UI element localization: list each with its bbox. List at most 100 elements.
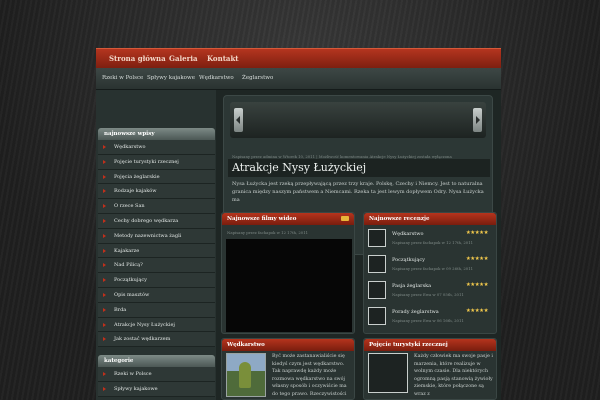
review-title[interactable]: Porady żeglarstwa (392, 309, 439, 315)
review-meta: Napisany przez Ewa w 07 05th, 2011 (392, 292, 464, 297)
sidebar-link[interactable]: Pojęcia żeglarskie (98, 169, 215, 185)
video-player[interactable] (226, 239, 352, 332)
nav-contact[interactable]: Kontakt (207, 54, 239, 63)
fishing-box: Wędkarstwo Być może zastanawialiście się… (221, 338, 355, 400)
review-item[interactable]: Pasja żeglarska ★★★★★ Napisany przez Ewa w… (364, 279, 494, 304)
sidebar-link[interactable]: Wędkarstwo (98, 140, 215, 155)
review-thumbnail[interactable] (368, 229, 386, 247)
reviews-header: Najnowsze recenzje (364, 213, 496, 225)
bullet-arrow-icon (103, 293, 106, 297)
review-item[interactable]: Początkujący ★★★★★ Napisany przez fachapok… (364, 253, 494, 278)
sidebar-link[interactable]: Opis masztów (98, 288, 215, 303)
sub-navigation: Rzeki w Polsce Spływy kajakowe Wędkarstw… (96, 68, 501, 90)
sidebar-link-label: Nad Pilicą? (114, 262, 143, 269)
bullet-arrow-icon (103, 174, 106, 179)
bullet-arrow-icon (103, 372, 106, 376)
sidebar-link[interactable]: Cechy dobrego wędkarza (98, 214, 215, 229)
page-wrapper: Strona główna Galeria Kontakt Rzeki w Po… (96, 48, 501, 400)
rating-stars-icon: ★★★★★ (465, 282, 489, 288)
fishing-header: Wędkarstwo (222, 339, 354, 351)
bullet-arrow-icon (103, 248, 106, 253)
videos-box: Najnowsze filmy wideo Napisany przez fac… (221, 212, 355, 334)
reviews-box: Najnowsze recenzje Wędkarstwo ★★★★★ Napisa… (363, 212, 497, 334)
review-meta: Napisany przez fachapok w 09 26th, 2011 (392, 266, 474, 271)
sidebar-link-label: Pojęcia żeglarskie (114, 173, 160, 180)
sidebar-link-label: Spływy kajakowe (114, 385, 158, 392)
top-navigation: Strona główna Galeria Kontakt (96, 48, 501, 68)
sidebar-link[interactable]: Pojęcie turystyki rzecznej (98, 154, 215, 170)
subnav-rivers[interactable]: Rzeki w Polsce (102, 75, 143, 81)
subnav-fishing[interactable]: Wędkarstwo (199, 75, 234, 81)
sidebar-link-label: Atrakcje Nysy Łużyckiej (114, 321, 175, 328)
rating-stars-icon: ★★★★★ (465, 256, 489, 262)
review-item[interactable]: Wędkarstwo ★★★★★ Napisany przez fachapok w… (364, 227, 494, 252)
rating-stars-icon: ★★★★★ (465, 308, 489, 314)
slide-title-box: Atrakcje Nysy Łużyckiej (228, 159, 490, 177)
bullet-arrow-icon (103, 307, 106, 312)
review-thumbnail[interactable] (368, 307, 386, 325)
slider-next-arrow-icon[interactable] (473, 108, 482, 132)
bullet-arrow-icon (103, 145, 106, 149)
sidebar-link[interactable]: Początkujący (98, 273, 215, 288)
sidebar-link[interactable]: Rodzaje kajaków (98, 184, 215, 200)
review-item[interactable]: Porady żeglarstwa ★★★★★ Napisany przez Ewa… (364, 305, 494, 330)
review-title[interactable]: Początkujący (392, 257, 425, 263)
video-badge-icon (341, 216, 349, 221)
sidebar-link-label: Wędkarstwo (114, 144, 146, 150)
river-tourism-excerpt: Każdy człowiek ma swoje pasje i marzenia… (414, 354, 493, 397)
sidebar-link[interactable]: Spływy kajakowe (98, 381, 215, 397)
video-meta: Napisany przez fachapok w 12 17th, 2011 (227, 230, 309, 235)
sidebar-link[interactable]: Nad Pilicą? (98, 258, 215, 274)
sidebar-link-label: Opis masztów (114, 292, 150, 298)
latest-posts-heading: najnowsze wpisy (98, 128, 215, 140)
slide-image (230, 102, 486, 138)
sidebar-link-label: O rzece San (114, 203, 145, 210)
sidebar-link[interactable]: Brda (98, 302, 215, 318)
bullet-arrow-icon (103, 322, 106, 327)
sidebar-link-label: Jak zostać wędkarzem (114, 336, 171, 343)
review-thumbnail[interactable] (368, 255, 386, 273)
review-meta: Napisany przez fachapok w 12 17th, 2011 (392, 240, 474, 245)
bullet-arrow-icon (103, 278, 106, 283)
rating-stars-icon: ★★★★★ (465, 230, 489, 236)
categories-heading: kategorie (98, 355, 215, 367)
bullet-arrow-icon (103, 159, 106, 164)
bullet-arrow-icon (103, 204, 106, 209)
sidebar-link-label: Cechy dobrego wędkarza (114, 218, 179, 224)
river-tourism-header: Pojęcie turystyki rzecznej (364, 339, 496, 351)
bullet-arrow-icon (103, 219, 106, 223)
sidebar-link[interactable]: Atrakcje Nysy Łużyckiej (98, 317, 215, 333)
review-meta: Napisany przez Ewa w 06 16th, 2011 (392, 318, 464, 323)
videos-header: Najnowsze filmy wideo (222, 213, 354, 225)
fishing-thumbnail[interactable] (226, 353, 266, 397)
sidebar: najnowsze wpisy Wędkarstwo Pojęcie turyst… (96, 90, 216, 400)
sidebar-link[interactable]: Rzeki w Polsce (98, 367, 215, 382)
bullet-arrow-icon (103, 233, 106, 238)
review-thumbnail[interactable] (368, 281, 386, 299)
review-title[interactable]: Pasja żeglarska (392, 283, 431, 289)
subnav-sailing[interactable]: Żeglarstwo (242, 75, 273, 81)
sidebar-link[interactable]: O rzece San (98, 199, 215, 214)
river-tourism-box: Pojęcie turystyki rzecznej Każdy człowie… (363, 338, 497, 400)
slider-prev-arrow-icon[interactable] (234, 108, 243, 132)
bullet-arrow-icon (103, 189, 106, 194)
review-title[interactable]: Wędkarstwo (392, 231, 424, 237)
sidebar-link-label: Początkujący (114, 277, 148, 284)
sidebar-link-label: Rodzaje kajaków (114, 188, 157, 195)
bullet-arrow-icon (103, 386, 106, 391)
slide-title[interactable]: Atrakcje Nysy Łużyckiej (232, 161, 366, 174)
bullet-arrow-icon (103, 263, 106, 268)
slide-excerpt: Nysa Łużycka jest rzeką przepływającą pr… (232, 181, 484, 203)
sidebar-link-label: Rzeki w Polsce (114, 371, 152, 377)
sidebar-link-label: Kajakarze (114, 247, 140, 254)
sidebar-link[interactable]: Jak zostać wędkarzem (98, 332, 215, 348)
river-tourism-thumbnail[interactable] (368, 353, 408, 393)
nav-home[interactable]: Strona główna (109, 54, 166, 63)
sidebar-link-label: Pojęcie turystyki rzecznej (114, 158, 179, 165)
sidebar-link[interactable]: Metody nazewnictwa żagli (98, 228, 215, 244)
fishing-excerpt: Być może zastanawialiście się kiedyś czy… (272, 354, 347, 397)
subnav-kayak[interactable]: Spływy kajakowe (147, 75, 195, 81)
sidebar-link-label: Metody nazewnictwa żagli (114, 232, 182, 239)
nav-gallery[interactable]: Galeria (169, 54, 198, 63)
sidebar-link[interactable]: Kajakarze (98, 243, 215, 259)
